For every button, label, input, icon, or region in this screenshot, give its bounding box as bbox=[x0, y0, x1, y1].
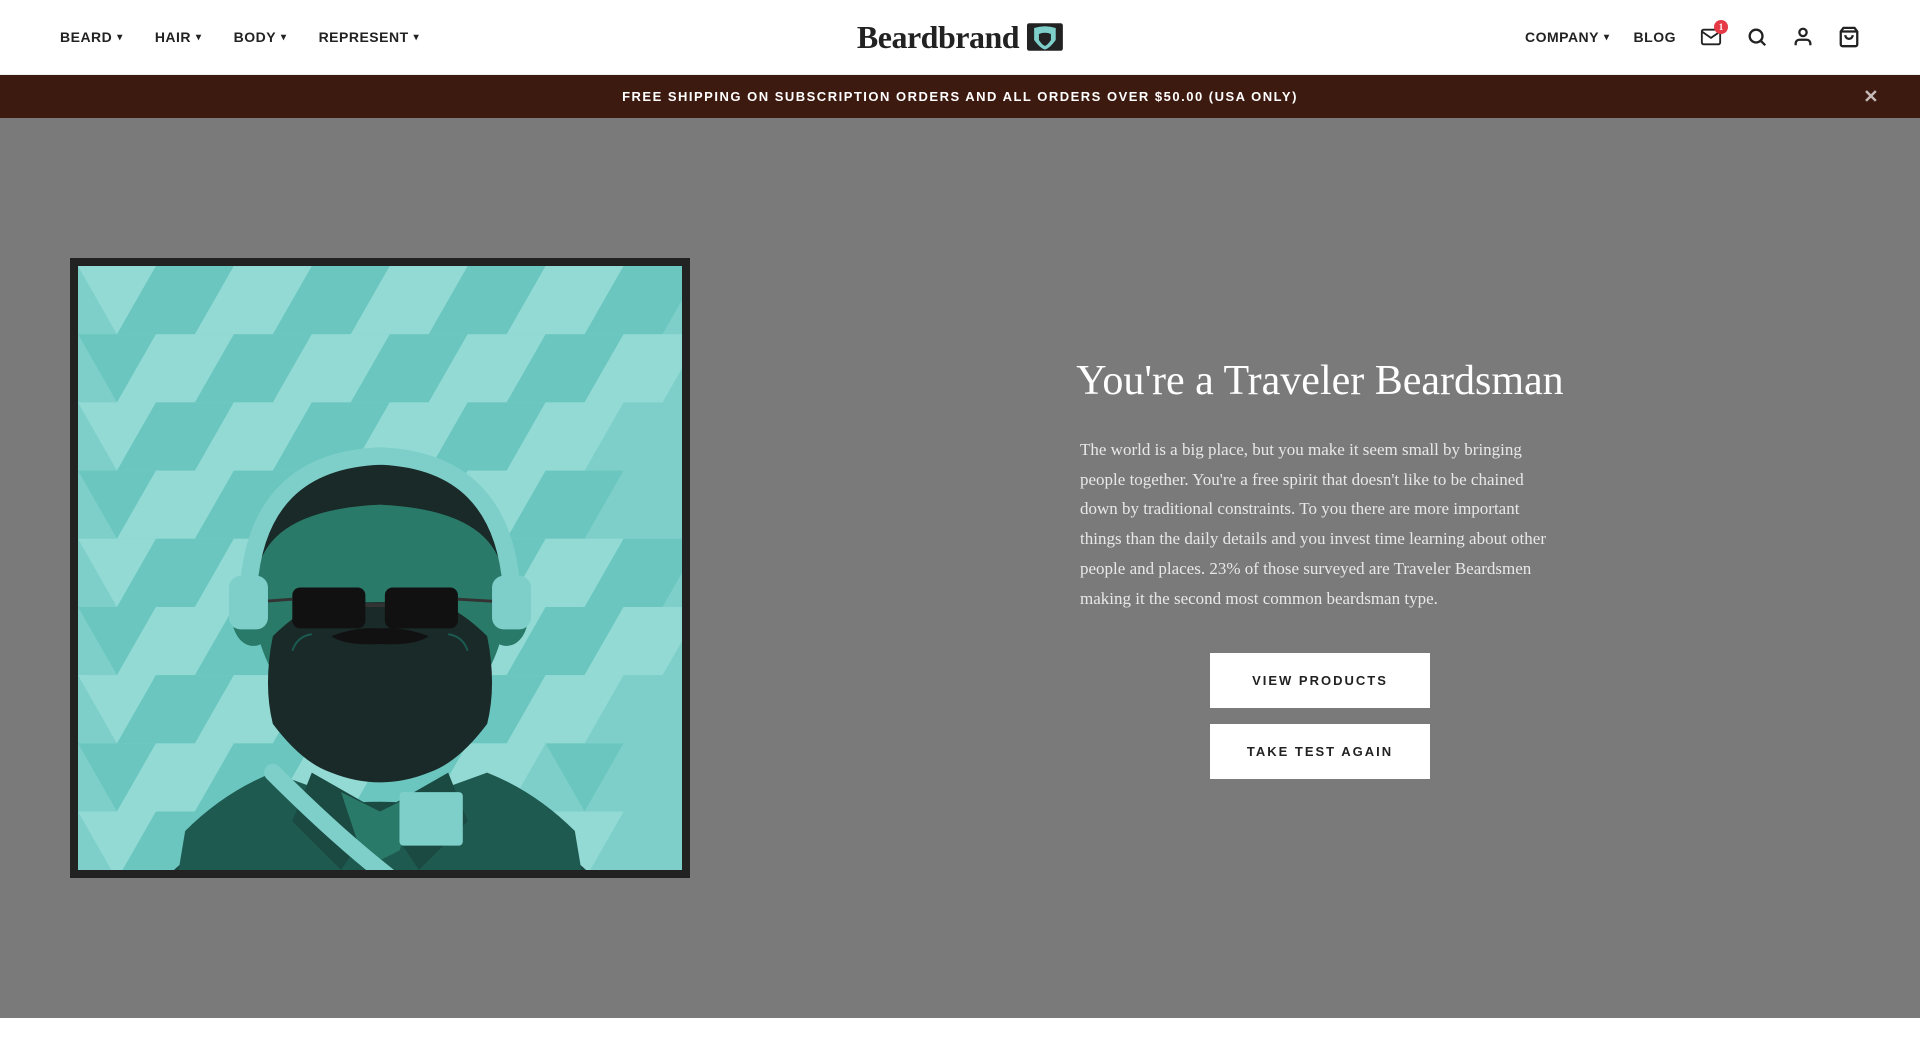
chevron-hair-icon: ▾ bbox=[196, 32, 202, 43]
cart-icon-button[interactable] bbox=[1838, 26, 1860, 48]
promo-banner: FREE SHIPPING ON SUBSCRIPTION ORDERS AND… bbox=[0, 75, 1920, 118]
nav-left: BEARD ▾ HAIR ▾ BODY ▾ REPRESENT ▾ bbox=[60, 29, 419, 45]
view-products-button[interactable]: VIEW PRODUCTS bbox=[1210, 653, 1430, 708]
nav-hair[interactable]: HAIR ▾ bbox=[155, 29, 202, 45]
account-icon-button[interactable] bbox=[1792, 26, 1814, 48]
main-content: You're a Traveler Beardsman The world is… bbox=[0, 118, 1920, 1018]
nav-body[interactable]: BODY ▾ bbox=[234, 29, 287, 45]
character-illustration bbox=[78, 266, 682, 870]
nav-company[interactable]: COMPANY ▾ bbox=[1525, 29, 1610, 45]
site-logo[interactable]: Beardbrand bbox=[857, 19, 1063, 56]
email-icon-button[interactable]: 1 bbox=[1700, 26, 1722, 48]
result-title: You're a Traveler Beardsman bbox=[1076, 357, 1563, 405]
promo-close-button[interactable]: ✕ bbox=[1863, 86, 1880, 107]
nav-blog[interactable]: BLOG bbox=[1634, 29, 1676, 45]
take-test-again-button[interactable]: TAKE TEST AGAIN bbox=[1210, 724, 1430, 779]
action-buttons: VIEW PRODUCTS TAKE TEST AGAIN bbox=[1210, 653, 1430, 779]
result-description: The world is a big place, but you make i… bbox=[1080, 435, 1560, 614]
chevron-company-icon: ▾ bbox=[1604, 32, 1610, 43]
search-icon-button[interactable] bbox=[1746, 26, 1768, 48]
chevron-represent-icon: ▾ bbox=[414, 32, 420, 43]
result-info-panel: You're a Traveler Beardsman The world is… bbox=[760, 118, 1920, 1018]
nav-right: COMPANY ▾ BLOG 1 bbox=[1525, 26, 1860, 48]
character-image-panel bbox=[0, 118, 760, 1018]
nav-beard[interactable]: BEARD ▾ bbox=[60, 29, 123, 45]
character-image-wrapper bbox=[70, 258, 690, 878]
site-header: BEARD ▾ HAIR ▾ BODY ▾ REPRESENT ▾ Beardb… bbox=[0, 0, 1920, 75]
chevron-beard-icon: ▾ bbox=[117, 32, 123, 43]
nav-represent[interactable]: REPRESENT ▾ bbox=[319, 29, 420, 45]
chevron-body-icon: ▾ bbox=[281, 32, 287, 43]
email-badge: 1 bbox=[1714, 20, 1728, 34]
beardbrand-logo-icon bbox=[1027, 23, 1063, 51]
